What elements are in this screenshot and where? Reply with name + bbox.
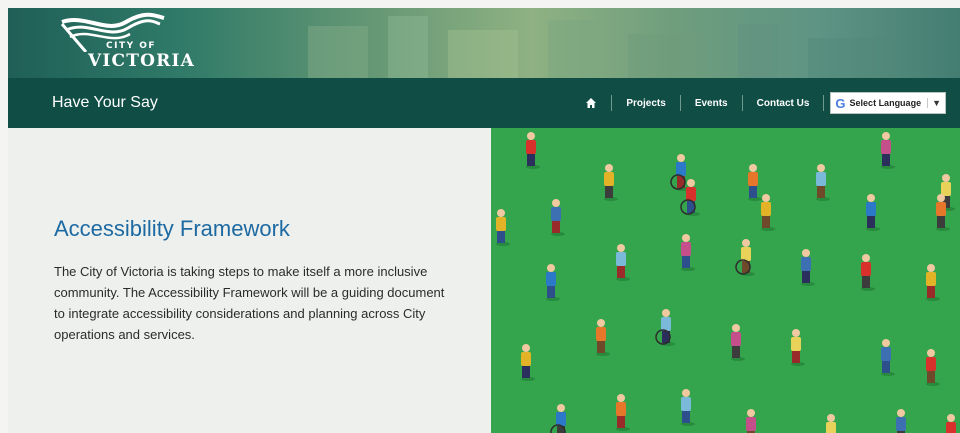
chevron-down-icon: ▼ [927, 98, 941, 108]
page: CITY OF VICTORIA Have Your Say Projects … [8, 8, 960, 433]
people-illustration [491, 128, 960, 433]
home-icon[interactable] [585, 97, 597, 109]
logo-city-of-text: CITY OF [106, 41, 157, 51]
nav-divider [823, 95, 825, 111]
nav-link-events[interactable]: Events [695, 98, 728, 109]
nav-divider [679, 95, 681, 111]
hero-text-panel: Accessibility Framework The City of Vict… [8, 128, 491, 433]
page-title: Accessibility Framework [54, 216, 290, 241]
logo-victoria-text: VICTORIA [88, 51, 196, 71]
hero-illustration [491, 128, 960, 433]
nav-divider [611, 95, 613, 111]
language-select[interactable]: G Select Language ▼ [830, 92, 946, 114]
top-nav-bar: Have Your Say Projects Events Contact Us… [8, 78, 960, 128]
language-select-label: Select Language [849, 98, 922, 108]
header-banner: CITY OF VICTORIA [8, 8, 960, 78]
nav-link-projects[interactable]: Projects [626, 98, 665, 109]
hero-description: The City of Victoria is taking steps to … [54, 264, 445, 342]
site-title[interactable]: Have Your Say [52, 94, 158, 112]
nav-menu: Projects Events Contact Us G Select Lang… [585, 92, 946, 114]
google-translate-icon: G [835, 95, 846, 111]
nav-divider [741, 95, 743, 111]
nav-link-contact-us[interactable]: Contact Us [757, 98, 810, 109]
